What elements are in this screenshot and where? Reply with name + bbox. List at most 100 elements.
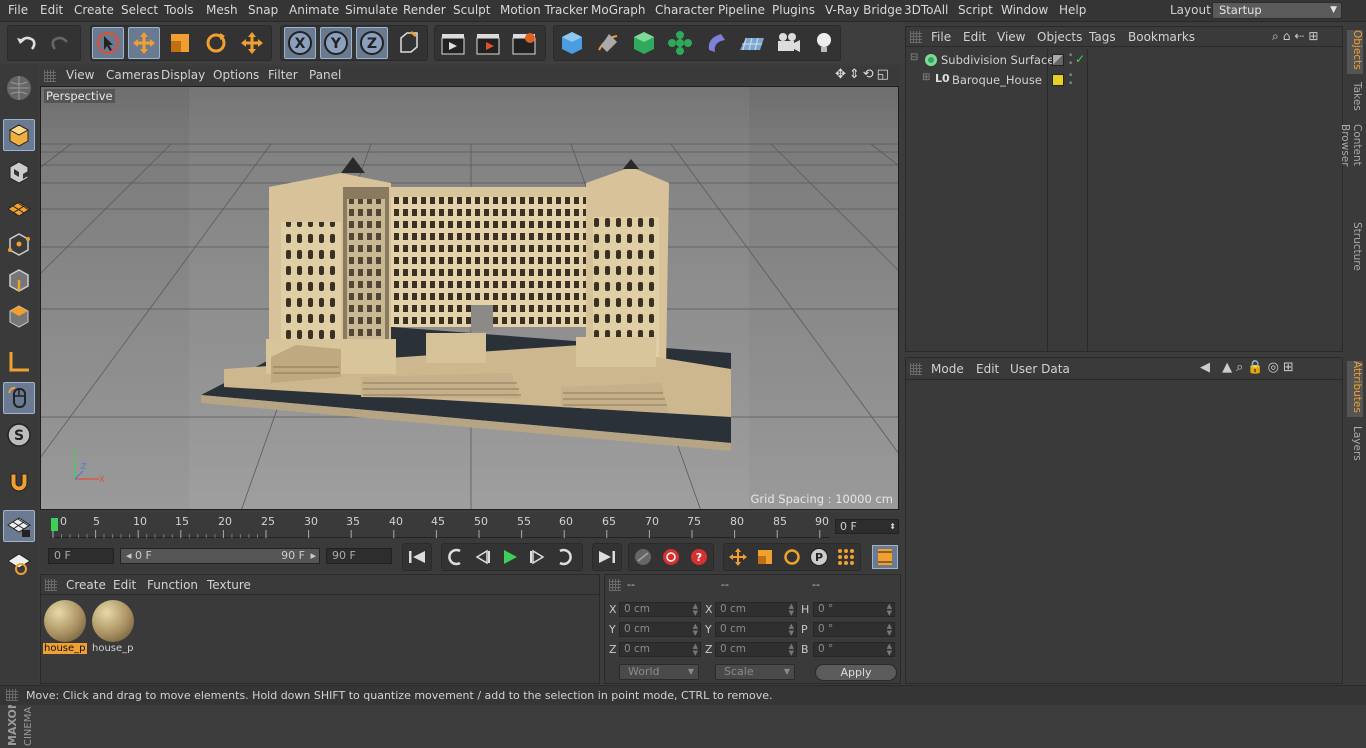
rotation-b-field[interactable]: 0 ° ▲ ▼ bbox=[813, 642, 895, 657]
tree-expand-icon[interactable]: ⊞ bbox=[922, 72, 930, 83]
menu-create[interactable]: Create bbox=[74, 3, 114, 17]
layer-color-swatch-icon[interactable] bbox=[1052, 74, 1064, 86]
menu-simulate[interactable]: Simulate bbox=[345, 3, 398, 17]
tab-layers[interactable]: Layers bbox=[1347, 426, 1363, 466]
coordinate-system-button[interactable] bbox=[392, 27, 424, 59]
spline-pen-button[interactable] bbox=[592, 27, 624, 59]
attributes-menu-user-data[interactable]: User Data bbox=[1010, 362, 1070, 376]
previous-key-button[interactable] bbox=[443, 545, 469, 569]
rotate-tool-button[interactable] bbox=[200, 27, 232, 59]
cloner-button[interactable] bbox=[664, 27, 696, 59]
menu-mograph[interactable]: MoGraph bbox=[591, 3, 646, 17]
menu-sculpt[interactable]: Sculpt bbox=[453, 3, 490, 17]
render-picture-viewer-button[interactable] bbox=[472, 27, 504, 59]
material-menu-function[interactable]: Function bbox=[147, 578, 198, 592]
subdivision-button[interactable] bbox=[628, 27, 660, 59]
layer-swatch-icon[interactable] bbox=[1052, 54, 1064, 66]
go-to-end-button[interactable] bbox=[594, 545, 620, 569]
menu-animate[interactable]: Animate bbox=[289, 3, 339, 17]
render-view-button[interactable] bbox=[437, 27, 469, 59]
menu-edit[interactable]: Edit bbox=[40, 3, 63, 17]
deformer-button[interactable] bbox=[700, 27, 732, 59]
tweak-mode-button[interactable] bbox=[3, 382, 35, 414]
viewport-camera-label[interactable]: Perspective bbox=[44, 89, 115, 103]
end-frame-field[interactable]: 90 F bbox=[326, 548, 392, 564]
objects-menu-tags[interactable]: Tags bbox=[1089, 30, 1116, 44]
make-editable-button[interactable] bbox=[3, 72, 35, 104]
go-to-start-button[interactable] bbox=[404, 545, 430, 569]
y-axis-lock-button[interactable]: Y bbox=[320, 27, 352, 59]
key-scale-button[interactable] bbox=[752, 545, 778, 569]
frame-range-slider[interactable]: ◂ 0 F 90 F ▸ bbox=[120, 548, 320, 564]
scale-tool-button[interactable] bbox=[164, 27, 196, 59]
objects-menu-file[interactable]: File bbox=[931, 30, 951, 44]
timeline-ruler[interactable]: 0 5 10 15 20 25 30 35 40 45 50 55 60 65 … bbox=[40, 512, 900, 542]
viewport-menu-options[interactable]: Options bbox=[213, 68, 259, 82]
object-row[interactable]: ⊞ L0 Baroque_House • • bbox=[906, 72, 1342, 90]
workplane-mode-button[interactable] bbox=[3, 192, 35, 224]
menu-tools[interactable]: Tools bbox=[164, 3, 194, 17]
polygons-mode-button[interactable] bbox=[3, 300, 35, 332]
position-z-field[interactable]: 0 cm ▲ ▼ bbox=[619, 642, 701, 657]
tree-collapse-icon[interactable]: ⊟ bbox=[910, 52, 918, 63]
key-rotation-button[interactable] bbox=[779, 545, 805, 569]
texture-mode-button[interactable] bbox=[3, 156, 35, 188]
position-y-field[interactable]: 0 cm ▲ ▼ bbox=[619, 622, 701, 637]
recent-tool-button[interactable] bbox=[236, 27, 268, 59]
size-x-field[interactable]: 0 cm ▲ ▼ bbox=[715, 602, 797, 617]
rotation-h-field[interactable]: 0 ° ▲ ▼ bbox=[813, 602, 895, 617]
object-row[interactable]: ⊟ Subdivision Surface • • ✓ bbox=[906, 52, 1342, 70]
tab-takes[interactable]: Takes bbox=[1347, 82, 1363, 116]
camera-button[interactable] bbox=[772, 27, 804, 59]
menu-mesh[interactable]: Mesh bbox=[206, 3, 238, 17]
object-name[interactable]: Baroque_House bbox=[952, 73, 1042, 87]
menu-file[interactable]: File bbox=[8, 3, 28, 17]
render-settings-button[interactable] bbox=[508, 27, 540, 59]
viewport-perspective[interactable]: Perspective Y X Z Grid Spacing : 10000 c… bbox=[40, 86, 899, 510]
material-swatch[interactable]: house_p bbox=[43, 599, 87, 657]
play-button[interactable] bbox=[497, 545, 523, 569]
position-x-field[interactable]: 0 cm ▲ ▼ bbox=[619, 602, 701, 617]
attribute-navigation-icons[interactable]: ◀ ▲⌕🔒◎⊞ bbox=[1200, 360, 1298, 375]
menu-render[interactable]: Render bbox=[403, 3, 446, 17]
objects-menu-bookmarks[interactable]: Bookmarks bbox=[1128, 30, 1195, 44]
edges-mode-button[interactable] bbox=[3, 264, 35, 296]
menu-3dtoall[interactable]: 3DToAll bbox=[904, 3, 948, 17]
viewport-menu-display[interactable]: Display bbox=[161, 68, 205, 82]
menu-character[interactable]: Character bbox=[655, 3, 714, 17]
viewport-menu-cameras[interactable]: Cameras bbox=[106, 68, 159, 82]
enable-axis-button[interactable] bbox=[3, 346, 35, 378]
snap-button[interactable] bbox=[3, 466, 35, 498]
previous-frame-button[interactable] bbox=[470, 545, 496, 569]
key-parameter-button[interactable]: P bbox=[806, 545, 832, 569]
record-active-button[interactable] bbox=[658, 545, 684, 569]
live-selection-button[interactable] bbox=[92, 27, 124, 59]
locked-workplane-button[interactable] bbox=[3, 548, 35, 580]
size-mode-select[interactable]: Scale ▼ bbox=[715, 664, 795, 680]
objects-menu-view[interactable]: View bbox=[997, 30, 1025, 44]
move-tool-button[interactable] bbox=[128, 27, 160, 59]
next-frame-button[interactable] bbox=[524, 545, 550, 569]
menu-help[interactable]: Help bbox=[1059, 3, 1086, 17]
redo-button[interactable] bbox=[45, 27, 77, 59]
size-y-field[interactable]: 0 cm ▲ ▼ bbox=[715, 622, 797, 637]
next-key-button[interactable] bbox=[551, 545, 577, 569]
material-swatch[interactable]: house_p bbox=[91, 599, 135, 657]
tab-structure[interactable]: Structure bbox=[1347, 222, 1363, 272]
coordinate-space-select[interactable]: World ▼ bbox=[619, 664, 699, 680]
rotation-p-field[interactable]: 0 ° ▲ ▼ bbox=[813, 622, 895, 637]
attributes-menu-edit[interactable]: Edit bbox=[976, 362, 999, 376]
cube-primitive-button[interactable] bbox=[556, 27, 588, 59]
current-frame-field[interactable]: 0 F ⬍ bbox=[835, 519, 899, 534]
z-axis-lock-button[interactable]: Z bbox=[356, 27, 388, 59]
solo-button[interactable]: S bbox=[3, 419, 35, 451]
tab-objects[interactable]: Objects bbox=[1347, 30, 1363, 74]
menu-script[interactable]: Script bbox=[958, 3, 993, 17]
timeline-window-button[interactable] bbox=[872, 545, 898, 569]
motion-record-button[interactable] bbox=[630, 545, 656, 569]
start-frame-field[interactable]: 0 F bbox=[48, 548, 114, 564]
menu-motion-tracker[interactable]: Motion Tracker bbox=[500, 3, 588, 17]
attributes-menu-mode[interactable]: Mode bbox=[931, 362, 964, 376]
size-z-field[interactable]: 0 cm ▲ ▼ bbox=[715, 642, 797, 657]
tab-content-browser[interactable]: Content Browser bbox=[1339, 124, 1363, 210]
